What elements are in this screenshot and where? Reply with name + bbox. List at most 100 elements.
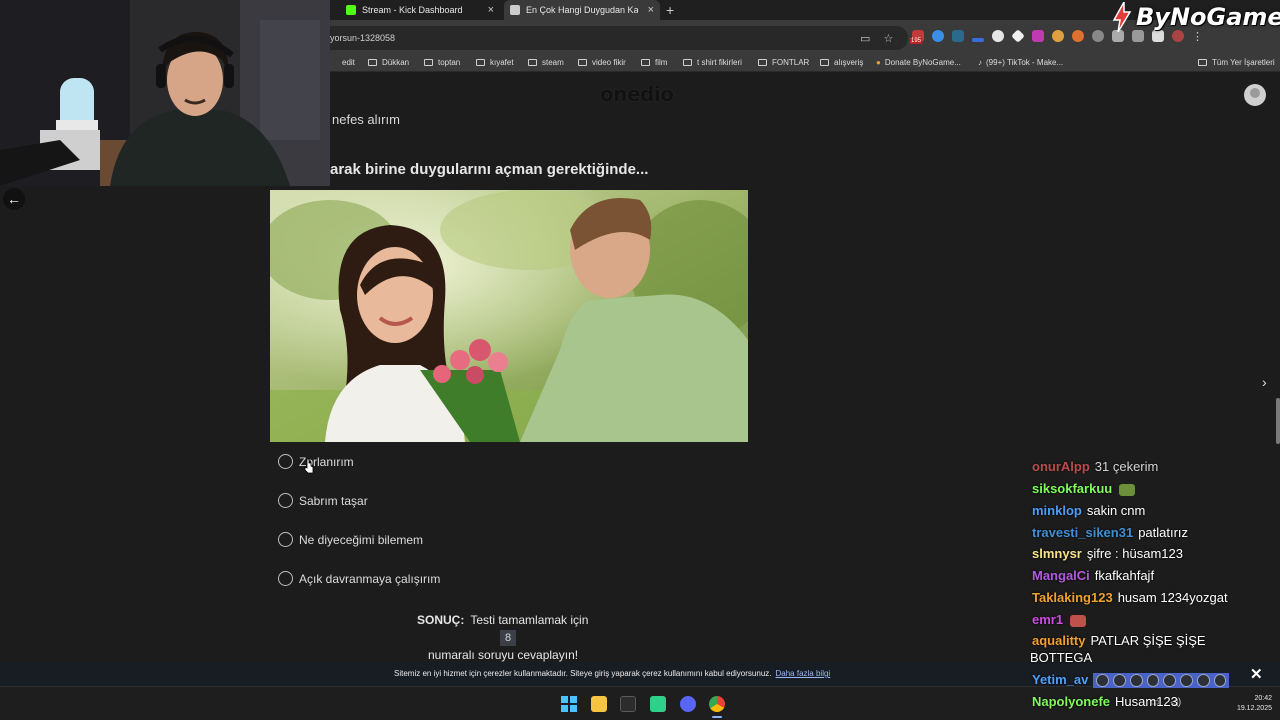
close-icon[interactable]: ✕ — [1250, 665, 1263, 683]
brand-text: ByNoGame — [1136, 3, 1280, 31]
close-icon[interactable]: × — [488, 4, 494, 16]
folder-icon — [683, 59, 692, 66]
radio-button[interactable] — [278, 571, 293, 586]
chat-username: aqualitty — [1032, 633, 1086, 648]
chat-username: Taklaking123 — [1032, 590, 1113, 605]
folder-icon — [368, 59, 377, 66]
bookmark-folder[interactable]: Dükkan — [368, 58, 409, 67]
chrome-icon[interactable] — [709, 696, 725, 718]
chat-username: travesti_siken31 — [1032, 525, 1134, 540]
folder-icon — [641, 59, 650, 66]
tab-onedio[interactable]: En Çok Hangi Duygudan Kaçıyo × — [504, 0, 660, 20]
result-instruction: numaralı soruyu cevaplayın! — [428, 648, 579, 662]
answer-option[interactable]: Açık davranmaya çalışırım — [278, 571, 440, 586]
cast-icon[interactable]: ▭ — [860, 33, 870, 45]
extension-icon[interactable]: 195 — [910, 30, 924, 44]
extension-icon[interactable] — [1052, 30, 1064, 42]
cookie-more-link[interactable]: Daha fazla bilgi — [776, 669, 831, 678]
extension-icon[interactable] — [1072, 30, 1084, 42]
chat-username: onurAlpp — [1032, 459, 1090, 474]
bookmark-item[interactable]: edit — [342, 58, 355, 67]
back-arrow-icon[interactable]: ← — [3, 188, 25, 210]
avatar[interactable] — [1244, 84, 1266, 106]
couple-with-flowers-image — [270, 190, 748, 442]
radio-button[interactable] — [278, 454, 293, 469]
bynogame-logo: ByNoGame — [1110, 2, 1280, 32]
bookmark-item[interactable]: ♪ (99+) TikTok - Make... — [978, 58, 1063, 67]
streamer-webcam-image — [0, 0, 330, 186]
url-text: yorsun-1328058 — [330, 33, 396, 43]
url-input[interactable]: yorsun-1328058 — [318, 26, 908, 50]
close-icon[interactable]: × — [648, 4, 654, 16]
chat-username: siksokfarkuu — [1032, 481, 1113, 496]
extension-icon[interactable] — [952, 30, 964, 42]
site-logo[interactable]: onedio — [600, 82, 674, 106]
chat-emote-row — [1093, 673, 1230, 689]
answer-option[interactable]: Zorlanırım — [278, 454, 354, 469]
folder-icon — [424, 59, 433, 66]
chevron-right-icon[interactable]: › — [1262, 374, 1267, 390]
extension-icon[interactable] — [972, 38, 984, 42]
bookmark-folder[interactable]: t shirt fikirleri — [683, 58, 742, 67]
answer-option[interactable]: Ne diyeceğimi bilemem — [278, 532, 423, 547]
bookmark-folder[interactable]: toptan — [424, 58, 460, 67]
chat-emote — [1070, 614, 1087, 627]
chat-username: Napolyonefe — [1032, 694, 1111, 709]
app-icon[interactable] — [650, 696, 666, 712]
folder-icon — [476, 59, 485, 66]
folder-icon — [578, 59, 587, 66]
folder-icon — [1198, 59, 1207, 66]
webcam-overlay — [0, 0, 330, 186]
chat-message: siksokfarkuu — [1032, 481, 1136, 496]
chat-message: Napolyonefe Husam123 — [1032, 694, 1178, 709]
result-label: SONUÇ: — [417, 613, 465, 627]
option-label: Sabrım taşar — [299, 493, 368, 508]
terminal-icon[interactable] — [620, 696, 636, 712]
extension-icon[interactable] — [1011, 29, 1025, 43]
bookmark-folder[interactable]: kıyafet — [476, 58, 514, 67]
extension-icon[interactable] — [932, 30, 944, 42]
taskbar-clock[interactable]: 20:42 19.12.2025 — [1228, 694, 1272, 714]
bookmark-folder[interactable]: film — [641, 58, 667, 67]
result-text: Testi tamamlamak için — [470, 613, 589, 627]
chat-message: minklop sakin cnm — [1032, 503, 1146, 518]
option-label: Ne diyeceğimi bilemem — [299, 532, 424, 547]
kick-icon — [346, 5, 356, 15]
chat-message: slmnysr şifre : hüsam123 — [1032, 546, 1183, 561]
bookmark-item[interactable]: ● Donate ByNoGame... — [876, 58, 961, 67]
radio-button[interactable] — [278, 532, 293, 547]
discord-icon[interactable] — [680, 696, 696, 712]
radio-button[interactable] — [278, 493, 293, 508]
chat-message: emr1 — [1032, 612, 1087, 627]
star-icon[interactable]: ☆ — [883, 33, 893, 45]
folder-icon — [528, 59, 537, 66]
extension-icon[interactable] — [992, 30, 1004, 42]
chat-message: Taklaking123 husam 1234yozgat — [1032, 590, 1228, 605]
extension-icon[interactable] — [1092, 30, 1104, 42]
screen: Stream - Kick Dashboard × En Çok Hangi D… — [0, 0, 1280, 720]
chat-message: aqualitty PATLAR ŞİŞE ŞİŞE — [1032, 633, 1206, 648]
clock-time: 20:42 — [1254, 695, 1272, 702]
scrollbar[interactable] — [1276, 398, 1280, 444]
clock-date: 19.12.2025 — [1236, 705, 1272, 712]
bookmark-folder[interactable]: Tüm Yer İşaretleri — [1198, 58, 1275, 67]
bookmark-folder[interactable]: alışveriş — [820, 58, 863, 67]
question-number-badge[interactable]: 8 — [500, 630, 516, 646]
chat-message-continued: BOTTEGA — [1030, 650, 1093, 665]
extension-icon[interactable] — [1032, 30, 1044, 42]
option-text[interactable]: nefes alırım — [332, 112, 400, 127]
new-tab-button[interactable]: + — [666, 2, 674, 18]
bookmark-folder[interactable]: FONTLAR — [758, 58, 809, 67]
result-line: SONUÇ: Testi tamamlamak için — [417, 613, 588, 627]
mouse-cursor-icon — [303, 458, 315, 477]
tiktok-icon: ♪ — [978, 58, 982, 67]
onedio-icon — [510, 5, 520, 15]
bookmark-folder[interactable]: steam — [528, 58, 564, 67]
tab-kick-dashboard[interactable]: Stream - Kick Dashboard × — [340, 0, 500, 20]
option-label: Açık davranmaya çalışırım — [299, 571, 441, 586]
answer-option[interactable]: Sabrım taşar — [278, 493, 368, 508]
chat-message: travesti_siken31 patlatırız — [1032, 525, 1189, 540]
file-explorer-icon[interactable] — [591, 696, 607, 712]
bookmark-folder[interactable]: video fikir — [578, 58, 626, 67]
windows-start-icon[interactable] — [561, 696, 577, 712]
